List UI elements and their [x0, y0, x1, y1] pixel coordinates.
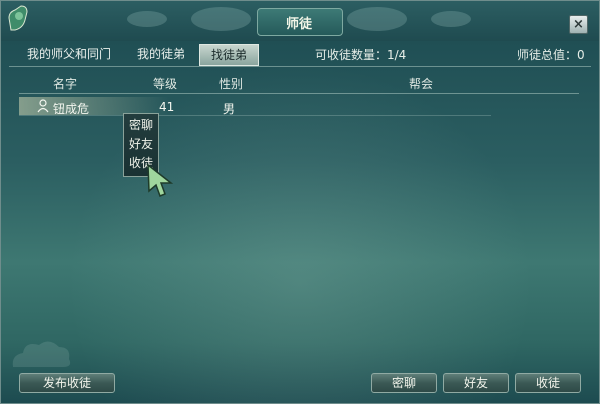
header-divider — [19, 93, 579, 94]
tab-master-and-peers[interactable]: 我的师父和同门 — [23, 44, 115, 64]
row-level: 41 — [159, 100, 175, 114]
friend-button[interactable]: 好友 — [443, 373, 509, 393]
column-header-guild: 帮会 — [409, 77, 434, 91]
row-divider — [19, 115, 491, 116]
cloud-ornament — [191, 7, 251, 31]
master-apprentice-window: 师徒 × 我的师父和同门 我的徒弟 找徒弟 可收徒数量：1/4 师徒总值：0 名… — [0, 0, 600, 404]
divider — [9, 66, 591, 67]
column-header-name: 名字 — [53, 77, 78, 91]
window-title: 师徒 — [285, 17, 312, 32]
cloud-ornament — [127, 11, 167, 27]
column-header-gender: 性别 — [219, 77, 244, 91]
menu-item-chat[interactable]: 密聊 — [124, 116, 158, 134]
recruit-button[interactable]: 收徒 — [515, 373, 581, 393]
menu-item-friend[interactable]: 好友 — [124, 135, 158, 153]
chat-button[interactable]: 密聊 — [371, 373, 437, 393]
tab-my-apprentices[interactable]: 我的徒弟 — [129, 44, 193, 64]
tab-find-apprentice[interactable]: 找徒弟 — [199, 44, 259, 66]
close-icon: × — [573, 17, 584, 32]
cloud-ornament — [347, 7, 407, 31]
column-header-level: 等级 — [153, 77, 178, 91]
tab-bar: 我的师父和同门 我的徒弟 找徒弟 可收徒数量：1/4 师徒总值：0 — [7, 44, 593, 66]
cursor-arrow-icon — [147, 163, 174, 197]
cloud-ornament — [12, 341, 71, 367]
master-apprentice-total: 师徒总值：0 — [517, 48, 585, 62]
person-icon — [37, 99, 49, 113]
jade-ornament-icon — [8, 5, 28, 31]
close-button[interactable]: × — [569, 15, 588, 34]
publish-recruit-button[interactable]: 发布收徒 — [19, 373, 115, 393]
recruitable-count: 可收徒数量：1/4 — [315, 48, 407, 62]
cloud-ornament — [431, 11, 471, 27]
